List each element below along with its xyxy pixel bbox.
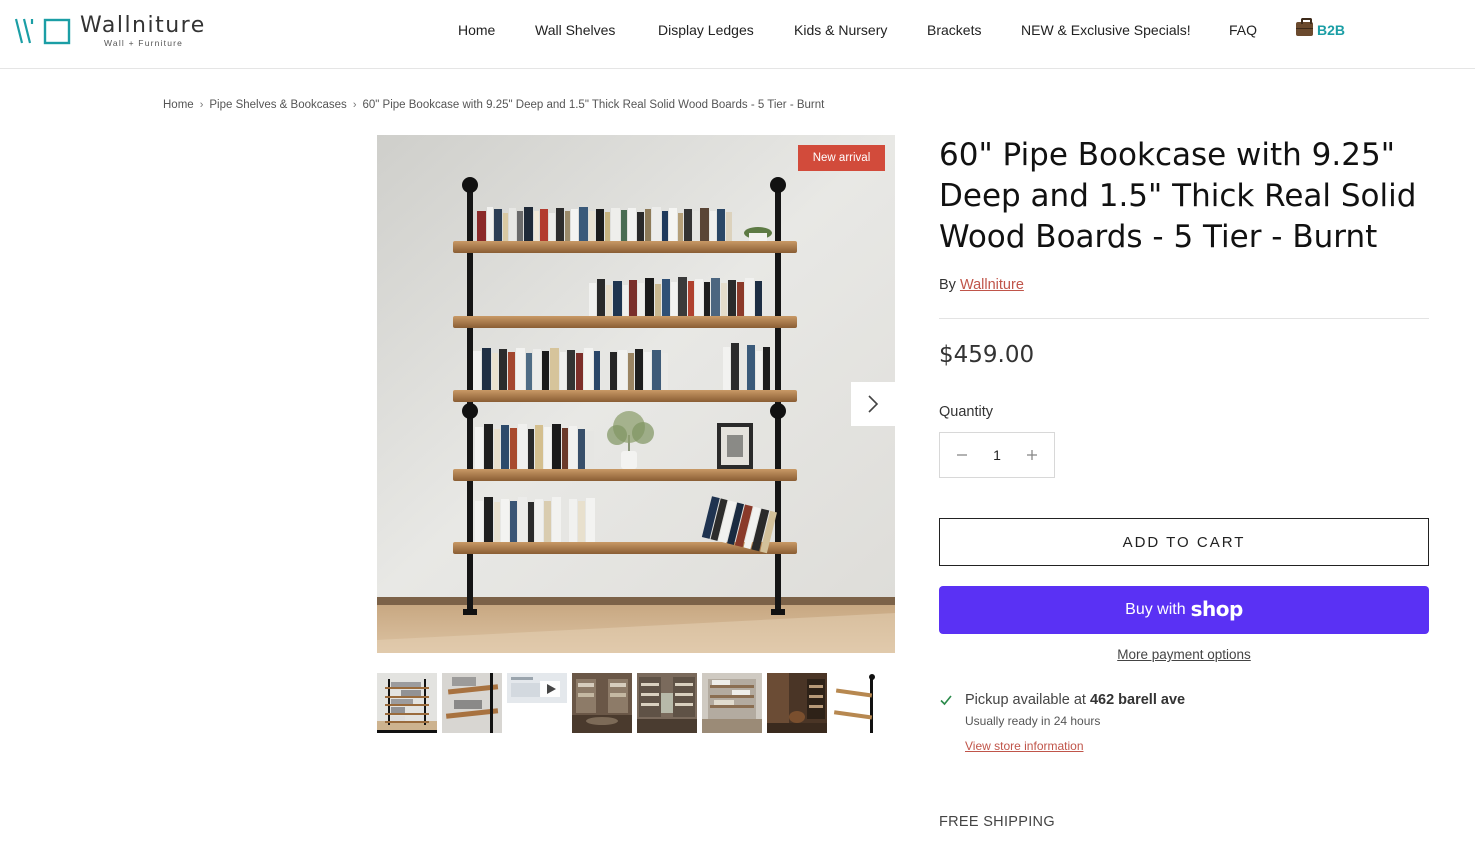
thumbnail-image bbox=[767, 673, 827, 733]
nav-wall-shelves[interactable]: Wall Shelves bbox=[535, 22, 615, 38]
by-label: By bbox=[939, 277, 956, 293]
vendor-line: By Wallniture bbox=[939, 277, 1024, 293]
thumbnail-3-video[interactable] bbox=[507, 673, 567, 733]
vendor-link[interactable]: Wallniture bbox=[960, 277, 1024, 293]
breadcrumb-current: 60" Pipe Bookcase with 9.25" Deep and 1.… bbox=[362, 99, 825, 111]
divider bbox=[939, 318, 1429, 319]
shop-pay-logo: shop bbox=[1190, 596, 1244, 621]
thumbnail-2[interactable] bbox=[442, 673, 502, 733]
product-title: 60" Pipe Bookcase with 9.25" Deep and 1.… bbox=[939, 137, 1417, 255]
breadcrumb-category[interactable]: Pipe Shelves & Bookcases bbox=[209, 99, 346, 111]
nav-kids-nursery[interactable]: Kids & Nursery bbox=[794, 22, 887, 38]
free-shipping-heading[interactable]: FREE SHIPPING bbox=[939, 814, 1055, 830]
thumbnail-image bbox=[572, 673, 632, 733]
pickup-prefix: Pickup available at bbox=[965, 692, 1086, 708]
nav-faq[interactable]: FAQ bbox=[1229, 22, 1257, 38]
add-to-cart-button[interactable]: ADD TO CART bbox=[939, 518, 1429, 566]
quantity-input[interactable] bbox=[982, 447, 1012, 463]
plus-icon bbox=[1027, 450, 1037, 460]
buy-with-label: Buy with bbox=[1125, 601, 1186, 618]
video-thumbnail-image bbox=[507, 673, 567, 733]
thumbnail-image bbox=[832, 673, 892, 733]
decrease-quantity-button[interactable] bbox=[952, 445, 972, 465]
product-price: $459.00 bbox=[939, 342, 1035, 368]
thumbnail-image bbox=[637, 673, 697, 733]
pickup-location: 462 barell ave bbox=[1089, 692, 1186, 708]
more-payment-options: More payment options bbox=[939, 647, 1429, 662]
pickup-ready-time: Usually ready in 24 hours bbox=[965, 714, 1101, 728]
nav-new-specials[interactable]: NEW & Exclusive Specials! bbox=[1021, 22, 1191, 38]
chevron-right-icon: › bbox=[352, 99, 357, 111]
minus-icon bbox=[957, 454, 967, 456]
thumbnail-7[interactable] bbox=[767, 673, 827, 733]
thumbnail-6[interactable] bbox=[702, 673, 762, 733]
pickup-status: Pickup available at 462 barell ave bbox=[939, 692, 1429, 708]
chevron-right-icon bbox=[868, 395, 879, 413]
nav-b2b[interactable]: B2B bbox=[1296, 18, 1346, 38]
nav-display-ledges[interactable]: Display Ledges bbox=[658, 22, 754, 38]
nav-brackets[interactable]: Brackets bbox=[927, 22, 981, 38]
thumbnail-image bbox=[377, 673, 437, 730]
thumbnail-4[interactable] bbox=[572, 673, 632, 733]
nav-home[interactable]: Home bbox=[458, 22, 495, 38]
breadcrumb: Home › Pipe Shelves & Bookcases › 60" Pi… bbox=[163, 99, 824, 111]
bookcase-photo bbox=[377, 135, 895, 653]
check-icon bbox=[940, 695, 952, 706]
thumbnail-1[interactable] bbox=[377, 673, 437, 733]
new-arrival-badge: New arrival bbox=[798, 145, 885, 171]
gallery-next-button[interactable] bbox=[851, 382, 895, 426]
view-store-information-link[interactable]: View store information bbox=[965, 739, 1084, 753]
nav-b2b-label: B2B bbox=[1317, 22, 1346, 38]
quantity-stepper bbox=[939, 432, 1055, 478]
thumbnail-8[interactable] bbox=[832, 673, 892, 733]
thumbnail-strip bbox=[377, 673, 892, 735]
more-payment-options-link[interactable]: More payment options bbox=[1117, 647, 1251, 662]
site-header: Wallniture Wall + Furniture Home Wall Sh… bbox=[0, 0, 1475, 69]
buy-with-shop-button[interactable]: Buy with shop bbox=[939, 586, 1429, 634]
chevron-right-icon: › bbox=[199, 99, 204, 111]
main-nav: Home Wall Shelves Display Ledges Kids & … bbox=[0, 18, 1475, 42]
breadcrumb-home[interactable]: Home bbox=[163, 99, 194, 111]
thumbnail-image bbox=[442, 673, 502, 733]
product-main-image[interactable] bbox=[377, 135, 895, 653]
quantity-label: Quantity bbox=[939, 404, 993, 420]
briefcase-icon bbox=[1296, 18, 1313, 36]
thumbnail-image bbox=[702, 673, 762, 733]
pickup-availability: Pickup available at 462 barell ave Usual… bbox=[939, 692, 1429, 755]
increase-quantity-button[interactable] bbox=[1022, 445, 1042, 465]
thumbnail-5[interactable] bbox=[637, 673, 697, 733]
